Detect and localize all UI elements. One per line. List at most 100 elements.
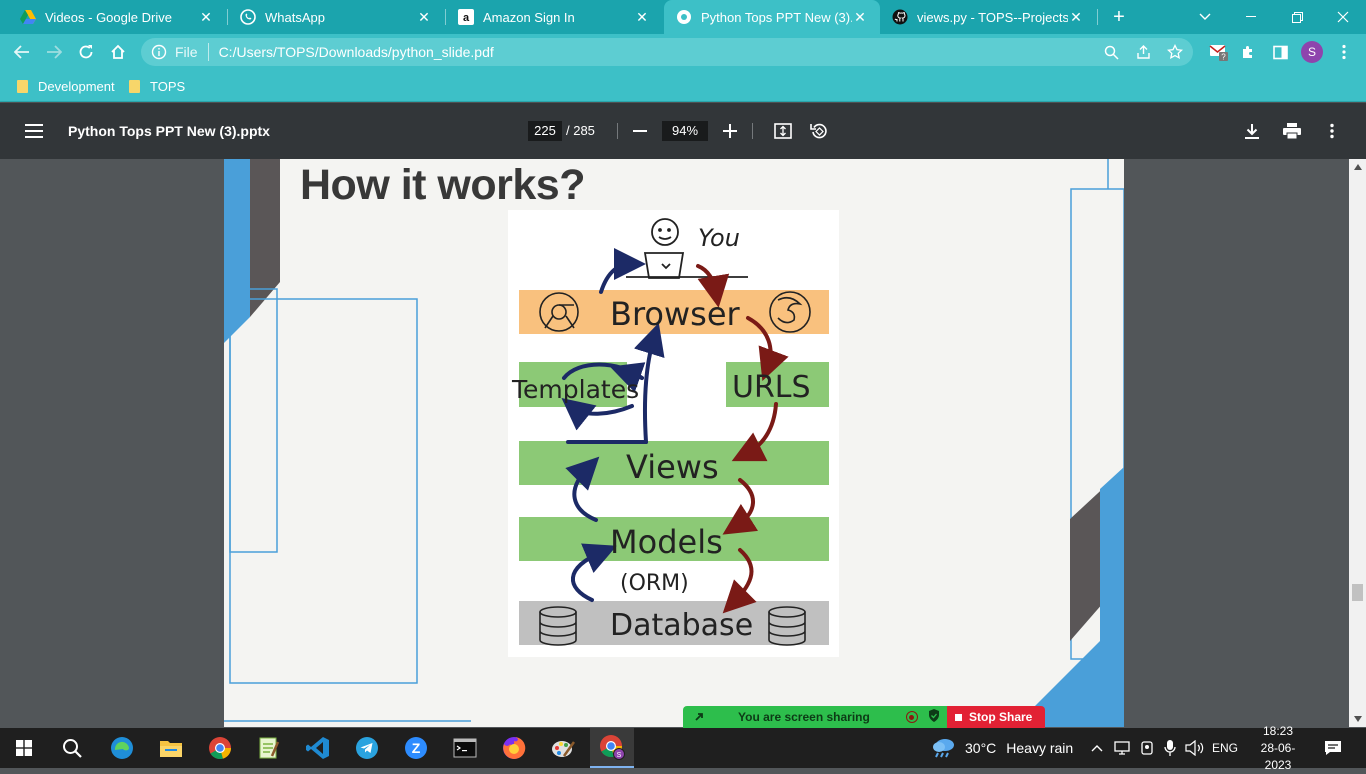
side-panel-icon[interactable]	[1266, 34, 1294, 70]
back-arrow-icon[interactable]	[8, 34, 36, 70]
download-icon[interactable]	[1236, 103, 1268, 159]
pdf-toolbar: Python Tops PPT New (3).pptx 225 / 285 9…	[0, 103, 1366, 159]
rotate-icon[interactable]	[803, 103, 835, 159]
close-icon[interactable]: ✕	[852, 9, 868, 26]
toolbar-divider	[752, 123, 753, 139]
forward-arrow-icon[interactable]	[40, 34, 68, 70]
weather-desc: Heavy rain	[1006, 740, 1074, 756]
paint-icon[interactable]	[541, 728, 585, 768]
camera-icon[interactable]	[1140, 728, 1154, 768]
show-hidden-icons-chevron-icon[interactable]	[1091, 728, 1103, 768]
more-options-icon[interactable]	[1316, 103, 1348, 159]
stop-share-label: Stop Share	[969, 710, 1033, 724]
folder-icon	[129, 79, 140, 93]
language-indicator[interactable]: ENG	[1212, 728, 1238, 768]
close-window-icon[interactable]	[1320, 0, 1366, 34]
label-orm: (ORM)	[620, 571, 689, 596]
page-number-input[interactable]: 225	[528, 121, 562, 141]
close-icon[interactable]: ✕	[634, 9, 650, 26]
url-text[interactable]: C:/Users/TOPS/Downloads/python_slide.pdf	[219, 44, 494, 60]
chrome-menu-icon[interactable]	[1330, 34, 1358, 70]
extensions-puzzle-icon[interactable]	[1234, 34, 1262, 70]
minimize-icon[interactable]	[1228, 0, 1274, 34]
scroll-up-arrow-icon[interactable]	[1354, 164, 1362, 170]
notifications-icon[interactable]	[1324, 728, 1342, 768]
svg-text:?: ?	[1221, 53, 1226, 62]
zoom-magnifier-icon[interactable]	[1098, 38, 1124, 66]
tab-title: Python Tops PPT New (3).ppt	[701, 9, 852, 25]
weather-widget[interactable]: 30°C Heavy rain	[931, 728, 1073, 768]
vertical-scrollbar[interactable]	[1349, 159, 1366, 727]
page-total: / 285	[566, 123, 595, 138]
zoom-level-input[interactable]: 94%	[662, 121, 708, 141]
pdf-viewer[interactable]: How it works? You Browser Templates URLS…	[0, 159, 1366, 727]
tab-strip: Videos - Google Drive ✕ WhatsApp ✕ a Ama…	[0, 0, 1366, 34]
zoom-in-icon[interactable]	[714, 103, 746, 159]
tab-google-drive[interactable]: Videos - Google Drive ✕	[8, 0, 226, 34]
print-icon[interactable]	[1276, 103, 1308, 159]
tab-amazon[interactable]: a Amazon Sign In ✕	[446, 0, 662, 34]
record-icon[interactable]	[905, 711, 918, 723]
clock[interactable]: 18:23 28-06-2023	[1248, 724, 1308, 772]
slide-title: How it works?	[300, 161, 585, 209]
folder-icon	[17, 79, 28, 93]
restore-icon[interactable]	[1274, 0, 1320, 34]
share-icon[interactable]	[1130, 38, 1156, 66]
bookmark-tops[interactable]: TOPS	[129, 70, 185, 102]
tab-whatsapp[interactable]: WhatsApp ✕	[228, 0, 444, 34]
chrome-icon[interactable]	[198, 728, 242, 768]
share-status-text: You are screen sharing	[738, 710, 870, 724]
info-icon[interactable]	[151, 44, 167, 63]
screen-share-bar: You are screen sharing Stop Share	[683, 706, 1045, 728]
hamburger-menu-icon[interactable]	[18, 103, 50, 159]
toolbar-divider	[617, 123, 618, 139]
tab-pdf-active[interactable]: Python Tops PPT New (3).ppt ✕	[664, 0, 880, 34]
reload-icon[interactable]	[72, 34, 100, 70]
stop-share-button[interactable]: Stop Share	[947, 706, 1045, 728]
bookmark-star-icon[interactable]	[1162, 38, 1188, 66]
tab-github[interactable]: views.py - TOPS--Projects [G ✕	[880, 0, 1096, 34]
avatar: S	[1301, 41, 1323, 63]
windows-taskbar: Z S 30°C Heavy rain ENG 18:23 28-06-2023	[0, 724, 1366, 772]
scroll-down-arrow-icon[interactable]	[1354, 716, 1362, 722]
tab-title: WhatsApp	[265, 9, 325, 25]
fit-to-page-icon[interactable]	[767, 103, 799, 159]
document-title: Python Tops PPT New (3).pptx	[68, 123, 270, 139]
address-bar[interactable]: File C:/Users/TOPS/Downloads/python_slid…	[141, 38, 1193, 66]
close-icon[interactable]: ✕	[416, 9, 432, 26]
profile-avatar[interactable]: S	[1298, 34, 1326, 70]
network-icon[interactable]	[1114, 728, 1132, 768]
zoom-app-icon[interactable]: Z	[394, 728, 438, 768]
scrollbar-thumb[interactable]	[1352, 584, 1363, 601]
telegram-icon[interactable]	[345, 728, 389, 768]
mail-extension-icon[interactable]: ?	[1205, 34, 1233, 70]
chrome-active-icon[interactable]: S	[590, 728, 634, 768]
shield-icon[interactable]	[928, 709, 940, 725]
tab-search-chevron-icon[interactable]	[1190, 0, 1220, 34]
new-tab-plus-icon[interactable]: +	[1104, 0, 1134, 34]
zoom-out-icon[interactable]	[624, 103, 656, 159]
url-scheme: File	[175, 44, 198, 60]
edge-icon[interactable]	[100, 728, 144, 768]
bookmark-development[interactable]: Development	[17, 70, 115, 102]
notepad-plus-icon[interactable]	[247, 728, 291, 768]
file-explorer-icon[interactable]	[149, 728, 193, 768]
share-status[interactable]: You are screen sharing	[683, 706, 947, 728]
windows-start-icon[interactable]	[2, 728, 46, 768]
search-icon[interactable]	[50, 728, 94, 768]
microphone-icon[interactable]	[1164, 728, 1176, 768]
firefox-icon[interactable]	[492, 728, 536, 768]
close-icon[interactable]: ✕	[1068, 9, 1084, 26]
django-flow-diagram: You Browser Templates URLS Views Models …	[508, 210, 839, 657]
stop-square-icon	[955, 713, 962, 721]
speaker-icon[interactable]	[1185, 728, 1205, 768]
home-icon[interactable]	[104, 34, 132, 70]
label-templates: Templates	[511, 375, 639, 404]
close-icon[interactable]: ✕	[198, 9, 214, 26]
drag-handle-icon[interactable]	[693, 710, 717, 725]
slide-page: How it works? You Browser Templates URLS…	[224, 159, 1124, 727]
terminal-icon[interactable]	[443, 728, 487, 768]
rain-cloud-icon	[931, 735, 957, 762]
tab-title: Videos - Google Drive	[45, 9, 172, 25]
vscode-icon[interactable]	[296, 728, 340, 768]
